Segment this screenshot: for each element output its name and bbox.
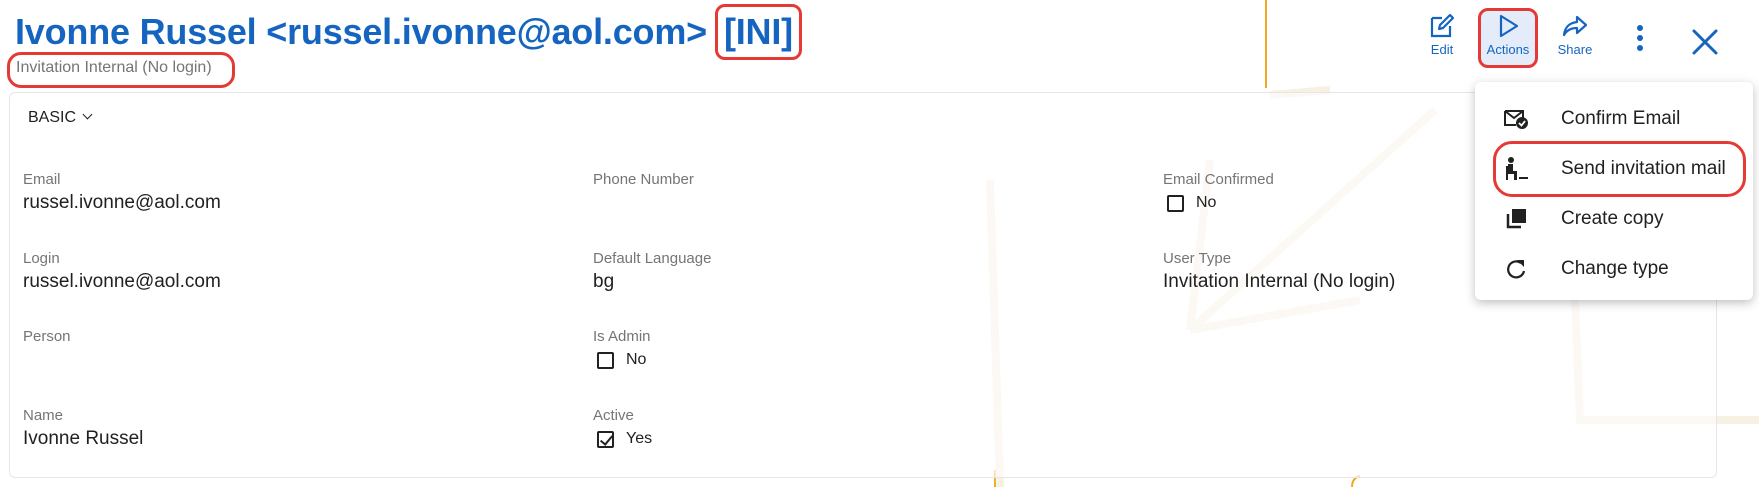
menu-item-label: Change type bbox=[1561, 258, 1669, 279]
menu-item-confirm-email[interactable]: Confirm Email bbox=[1475, 94, 1753, 144]
field-label: Email Confirmed bbox=[1163, 171, 1274, 188]
email-check-icon bbox=[1501, 104, 1531, 134]
details-card: BASIC Email russel.ivonne@aol.com Login … bbox=[9, 92, 1717, 478]
field-phone-number: Phone Number bbox=[593, 171, 694, 192]
more-options-button[interactable] bbox=[1610, 8, 1670, 68]
field-value: Ivonne Russel bbox=[23, 428, 144, 449]
menu-item-label: Send invitation mail bbox=[1561, 158, 1726, 179]
field-label: Name bbox=[23, 407, 64, 424]
field-label: Phone Number bbox=[593, 171, 694, 188]
field-active: Active Yes bbox=[593, 407, 652, 448]
field-person: Person bbox=[23, 328, 71, 349]
is-admin-checkbox[interactable]: No bbox=[597, 351, 651, 369]
share-icon bbox=[1562, 15, 1588, 37]
field-label: Default Language bbox=[593, 250, 712, 267]
edit-label: Edit bbox=[1430, 42, 1454, 57]
field-label: Active bbox=[593, 407, 634, 424]
edit-button[interactable]: Edit bbox=[1412, 8, 1472, 68]
field-email: Email russel.ivonne@aol.com bbox=[23, 171, 221, 214]
checkbox-unchecked-icon bbox=[597, 351, 614, 369]
field-value: bg bbox=[593, 271, 615, 292]
field-is-admin: Is Admin No bbox=[593, 328, 651, 369]
field-label: Person bbox=[23, 328, 71, 345]
field-label: Login bbox=[23, 250, 60, 267]
menu-item-send-invitation-mail[interactable]: Send invitation mail bbox=[1493, 141, 1746, 197]
checkbox-label: No bbox=[626, 351, 647, 368]
actions-button[interactable]: Actions bbox=[1478, 8, 1538, 68]
actions-menu: Confirm Email Send invitation mail Creat… bbox=[1475, 82, 1753, 300]
basic-section-toggle[interactable]: BASIC bbox=[28, 109, 93, 127]
field-value: russel.ivonne@aol.com bbox=[23, 192, 221, 213]
checkbox-label: Yes bbox=[626, 430, 653, 447]
share-label: Share bbox=[1557, 42, 1593, 57]
field-user-type: User Type Invitation Internal (No login) bbox=[1163, 250, 1395, 293]
field-value: russel.ivonne@aol.com bbox=[23, 271, 221, 292]
field-login: Login russel.ivonne@aol.com bbox=[23, 250, 221, 293]
copy-icon bbox=[1501, 204, 1531, 234]
user-title: Ivonne Russel <russel.ivonne@aol.com> bbox=[15, 11, 707, 52]
active-checkbox[interactable]: Yes bbox=[597, 430, 652, 448]
checkbox-label: No bbox=[1196, 194, 1217, 211]
close-button[interactable] bbox=[1675, 8, 1735, 68]
actions-label: Actions bbox=[1486, 42, 1530, 57]
checkbox-checked-icon bbox=[597, 430, 614, 448]
checkbox-unchecked-icon bbox=[1167, 194, 1184, 212]
user-type-code: [INI] bbox=[714, 4, 802, 60]
field-name: Name Ivonne Russel bbox=[23, 407, 143, 450]
more-vertical-icon bbox=[1637, 25, 1643, 51]
field-label: User Type bbox=[1163, 250, 1232, 267]
section-label: BASIC bbox=[28, 109, 77, 126]
page-subtitle: Invitation Internal (No login) bbox=[7, 52, 235, 88]
email-confirmed-checkbox[interactable]: No bbox=[1167, 194, 1274, 212]
field-email-confirmed: Email Confirmed No bbox=[1163, 171, 1274, 212]
share-button[interactable]: Share bbox=[1545, 8, 1605, 68]
send-invitation-icon bbox=[1501, 154, 1531, 184]
field-label: Is Admin bbox=[593, 328, 651, 345]
menu-item-change-type[interactable]: Change type bbox=[1475, 244, 1753, 294]
close-icon bbox=[1692, 29, 1718, 55]
field-value: Invitation Internal (No login) bbox=[1163, 271, 1396, 292]
play-icon bbox=[1499, 14, 1519, 38]
menu-item-label: Confirm Email bbox=[1561, 108, 1681, 129]
menu-item-label: Create copy bbox=[1561, 208, 1664, 229]
field-default-language: Default Language bg bbox=[593, 250, 711, 293]
refresh-icon bbox=[1501, 254, 1531, 284]
edit-icon bbox=[1430, 13, 1455, 38]
field-label: Email bbox=[23, 171, 61, 188]
menu-item-create-copy[interactable]: Create copy bbox=[1475, 194, 1753, 244]
chevron-down-icon bbox=[82, 109, 93, 120]
